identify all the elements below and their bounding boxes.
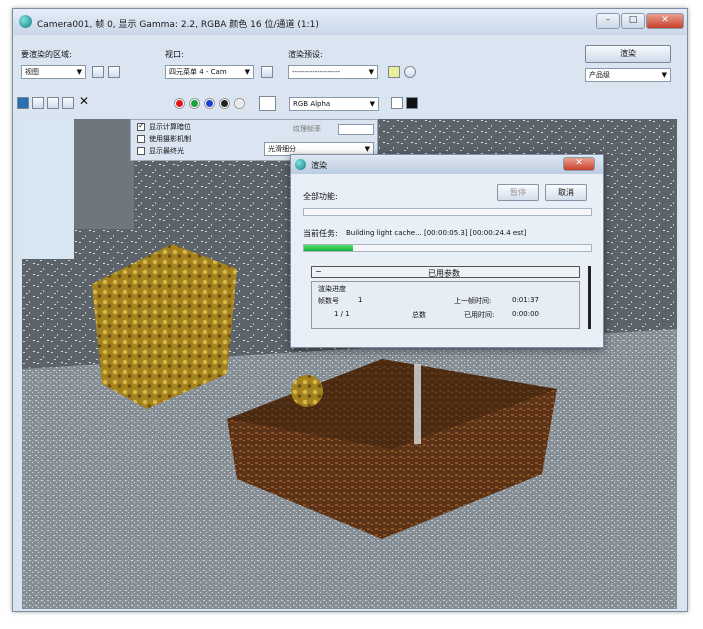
task-label: 当前任务: bbox=[303, 229, 338, 238]
viewport-dropdown-value: 四元菜单 4 - Cam bbox=[169, 68, 227, 76]
preset-dropdown[interactable]: ------------------- ▼ bbox=[288, 65, 378, 79]
3dsmax-app-icon bbox=[19, 15, 32, 28]
color-swatch[interactable] bbox=[259, 96, 276, 111]
print-icon[interactable] bbox=[62, 97, 74, 109]
render-toolbar: 要渲染的区域: 视图 ▼ 视口: 四元菜单 4 - Cam ▼ 渲染预设: ----… bbox=[13, 35, 687, 115]
chevron-down-icon: ▼ bbox=[368, 68, 374, 76]
render-progress-group: 渲染进度 帧数号 1 1 / 1 总数 上一帧时间: 0:01:37 已用时间:… bbox=[311, 281, 580, 329]
last-frame-label: 上一帧时间: bbox=[454, 297, 492, 305]
group-title: 渲染进度 bbox=[318, 285, 346, 293]
channel-dropdown-value: RGB Alpha bbox=[293, 100, 331, 108]
green-channel-toggle[interactable] bbox=[190, 99, 199, 108]
frame-count: 1 / 1 bbox=[334, 310, 350, 318]
render-mode-value: 产品级 bbox=[589, 71, 610, 79]
render-mode-dropdown[interactable]: 产品级 ▼ bbox=[585, 68, 671, 82]
viewport-dropdown[interactable]: 四元菜单 4 - Cam ▼ bbox=[165, 65, 254, 79]
subdivision-value: 光滑细分 bbox=[268, 145, 296, 153]
render-progress-dialog: 渲染 ✕ 全部功能: 暂停 取消 当前任务: Building light ca… bbox=[290, 154, 604, 348]
preset-dropdown-value: ------------------- bbox=[292, 68, 340, 76]
blue-channel-toggle[interactable] bbox=[205, 99, 214, 108]
area-dropdown-value: 视图 bbox=[25, 68, 39, 76]
viewport-label: 视口: bbox=[165, 50, 184, 59]
dialog-close-button[interactable]: ✕ bbox=[563, 157, 595, 171]
auto-region-button[interactable] bbox=[108, 66, 120, 78]
red-channel-toggle[interactable] bbox=[175, 99, 184, 108]
task-text: Building light cache... [00:00:05.3] [00… bbox=[346, 229, 527, 237]
clone-window-icon[interactable] bbox=[47, 97, 59, 109]
option-label-2: 使用摄影机制 bbox=[149, 135, 191, 143]
frame-rate-label: 纹理帧率 bbox=[293, 125, 321, 133]
lock-viewport-button[interactable] bbox=[261, 66, 273, 78]
copy-image-icon[interactable] bbox=[32, 97, 44, 109]
overall-label: 全部功能: bbox=[303, 192, 338, 201]
close-button[interactable]: ✕ bbox=[646, 13, 684, 29]
total-label: 总数 bbox=[412, 311, 426, 319]
task-progress-bar bbox=[303, 244, 592, 252]
area-label: 要渲染的区域: bbox=[21, 50, 72, 59]
show-final-checkbox[interactable] bbox=[137, 147, 145, 155]
maximize-icon: □ bbox=[628, 15, 638, 25]
dialog-title: 渲染 bbox=[311, 161, 327, 170]
last-frame-value: 0:01:37 bbox=[512, 296, 539, 304]
environment-button[interactable] bbox=[404, 66, 416, 78]
edit-region-button[interactable] bbox=[92, 66, 104, 78]
display-toggle-icon[interactable] bbox=[406, 97, 418, 109]
use-camera-checkbox[interactable] bbox=[137, 135, 145, 143]
rollout-scrollbar[interactable] bbox=[588, 266, 591, 329]
render-app-icon bbox=[295, 159, 306, 170]
collapse-icon: − bbox=[315, 267, 322, 276]
area-dropdown[interactable]: 视图 ▼ bbox=[21, 65, 86, 79]
render-button[interactable]: 渲染 bbox=[585, 45, 671, 63]
alpha-channel-toggle[interactable] bbox=[220, 99, 229, 108]
title-bar[interactable]: Camera001, 帧 0, 显示 Gamma: 2.2, RGBA 颜色 1… bbox=[13, 9, 687, 35]
frame-number-label: 帧数号 bbox=[318, 297, 339, 305]
minimize-icon: – bbox=[605, 15, 611, 25]
render-setup-button[interactable] bbox=[388, 66, 400, 78]
minimize-button[interactable]: – bbox=[596, 13, 620, 29]
mono-toggle[interactable] bbox=[235, 99, 244, 108]
frame-rate-spinner[interactable] bbox=[338, 124, 374, 135]
window-title: Camera001, 帧 0, 显示 Gamma: 2.2, RGBA 颜色 1… bbox=[37, 20, 319, 30]
preset-label: 渲染预设: bbox=[288, 50, 323, 59]
option-label-3: 显示最终光 bbox=[149, 147, 184, 155]
dialog-title-bar[interactable]: 渲染 ✕ bbox=[291, 155, 603, 174]
chevron-down-icon: ▼ bbox=[244, 68, 250, 76]
show-calc-checkbox[interactable] bbox=[137, 121, 145, 131]
save-image-icon[interactable] bbox=[17, 97, 29, 109]
chevron-down-icon: ▼ bbox=[661, 71, 667, 79]
params-rollout-title: 已用参数 bbox=[428, 269, 460, 278]
toggle-ui-overlay-icon[interactable] bbox=[391, 97, 403, 109]
channel-dropdown[interactable]: RGB Alpha ▼ bbox=[289, 97, 379, 111]
overall-progress-bar bbox=[303, 208, 592, 216]
elapsed-value: 0:00:00 bbox=[512, 310, 539, 318]
frame-number-value: 1 bbox=[358, 296, 363, 304]
close-icon: ✕ bbox=[661, 15, 669, 25]
chevron-down-icon: ▼ bbox=[369, 100, 375, 108]
maximize-button[interactable]: □ bbox=[621, 13, 645, 29]
pause-button[interactable]: 暂停 bbox=[497, 184, 539, 201]
render-frame-window: Camera001, 帧 0, 显示 Gamma: 2.2, RGBA 颜色 1… bbox=[12, 8, 688, 612]
params-rollout-header[interactable]: − 已用参数 bbox=[311, 266, 580, 278]
cancel-button[interactable]: 取消 bbox=[545, 184, 587, 201]
close-icon: ✕ bbox=[575, 158, 583, 168]
task-progress-fill bbox=[304, 245, 353, 251]
elapsed-label: 已用时间: bbox=[464, 311, 495, 319]
chevron-down-icon: ▼ bbox=[76, 68, 82, 76]
clear-icon[interactable]: ✕ bbox=[79, 94, 89, 108]
option-label-1: 显示计算暗位 bbox=[149, 123, 191, 131]
